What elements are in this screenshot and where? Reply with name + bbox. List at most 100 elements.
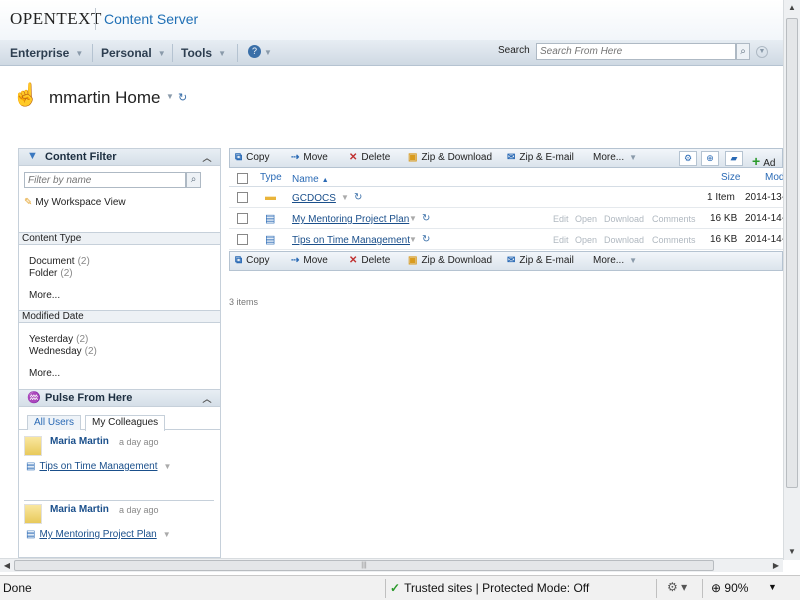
zip-download-label: Zip & Download [421,152,493,163]
scroll-thumb[interactable]: ||| [14,560,714,571]
search-icon[interactable]: ⌕ [186,172,201,188]
scroll-up-icon[interactable]: ▲ [784,0,800,16]
help-icon[interactable]: ? [248,45,261,58]
zip-download-button[interactable]: ▣ Zip & Download [408,152,492,163]
tab-all-users[interactable]: All Users [27,415,82,430]
edit-action[interactable]: Edit [553,235,569,245]
copy-button[interactable]: ⧉ Copy [235,152,270,163]
tab-my-colleagues[interactable]: My Colleagues [85,415,166,431]
zoom-level[interactable]: ⊕ 90% [711,581,748,595]
column-header-type[interactable]: Type [260,172,282,183]
refresh-icon[interactable]: ↻ [178,91,187,104]
protected-mode-icon[interactable]: ⚙ ▾ [667,580,687,594]
chevron-down-icon[interactable]: ▼ [264,48,272,57]
open-action[interactable]: Open [575,235,597,245]
facet-document[interactable]: Document (2) [29,256,90,267]
delete-button[interactable]: ✕ Delete [349,255,390,266]
facet-folder[interactable]: Folder (2) [29,268,73,279]
row-checkbox[interactable] [237,213,248,224]
column-header-modified[interactable]: Mod [765,172,784,183]
move-button[interactable]: ⇢ Move [291,152,328,163]
plus-icon: + [752,153,761,169]
pulse-user-name[interactable]: Maria Martin [50,504,109,515]
workspace-view-link[interactable]: ✎ My Workspace View [24,197,126,208]
horizontal-scrollbar[interactable]: ◀ ||| ▶ [0,558,783,572]
menu-personal[interactable]: Personal ▼ [101,46,166,60]
comments-action[interactable]: Comments [652,214,696,224]
chevron-down-icon[interactable]: ▼ [163,530,171,539]
download-action[interactable]: Download [604,235,644,245]
chevron-down-icon: ▼ [629,153,638,162]
scroll-down-icon[interactable]: ▼ [784,544,800,560]
item-name-link[interactable]: GCDOCS [292,193,336,204]
comments-action[interactable]: Comments [652,235,696,245]
pulse-document-link[interactable]: ▤ My Mentoring Project Plan ▼ [26,529,171,540]
column-header-name[interactable]: Name ▲ [292,174,329,185]
content-type-more-link[interactable]: More... [29,290,60,301]
refresh-icon[interactable]: ↻ [422,234,430,245]
search-icon[interactable]: ⌕ [736,43,750,60]
select-all-checkbox[interactable] [237,173,248,184]
chevron-down-icon[interactable]: ▼ [166,92,174,101]
refresh-icon[interactable]: ↻ [354,192,362,203]
add-document-icon[interactable]: ⊕ [701,151,719,166]
refresh-icon[interactable]: ↻ [422,213,430,224]
avatar[interactable] [24,436,42,456]
edit-action[interactable]: Edit [553,214,569,224]
facet-label: Wednesday [29,346,82,357]
add-item-button[interactable]: + Ad [752,153,775,169]
chevron-down-icon[interactable]: ▼ [341,193,349,202]
filter-by-name-input[interactable] [24,172,186,188]
column-header-size[interactable]: Size [721,172,740,183]
search-options-icon[interactable]: ▼ [756,46,768,58]
funnel-icon: ▼ [27,150,38,162]
row-checkbox[interactable] [237,192,248,203]
zip-email-button[interactable]: ✉ Zip & E-mail [507,152,574,163]
modified-date-more-link[interactable]: More... [29,368,60,379]
menu-enterprise-label: Enterprise [10,46,70,60]
facet-yesterday[interactable]: Yesterday (2) [29,334,88,345]
scroll-left-icon[interactable]: ◀ [0,559,14,573]
zip-email-button[interactable]: ✉ Zip & E-mail [507,255,574,266]
move-button[interactable]: ⇢ Move [291,255,328,266]
download-action[interactable]: Download [604,214,644,224]
menu-enterprise[interactable]: Enterprise ▼ [10,46,83,60]
zip-email-label: Zip & E-mail [519,255,574,266]
avatar[interactable] [24,504,42,524]
collapse-icon[interactable]: ︿ [200,151,214,163]
chevron-down-icon[interactable]: ▼ [768,582,777,592]
item-name-link[interactable]: Tips on Time Management [292,235,410,246]
pulse-user-name[interactable]: Maria Martin [50,436,109,447]
chevron-down-icon: ▼ [218,49,227,59]
search-input[interactable] [536,43,736,60]
item-name-link[interactable]: My Mentoring Project Plan [292,214,409,225]
vertical-scrollbar[interactable]: ▲ ▼ [783,0,800,560]
collapse-icon[interactable]: ︿ [200,392,214,404]
more-actions-button[interactable]: More... ▼ [593,152,637,163]
zip-icon: ▣ [408,152,418,163]
add-folder-icon[interactable]: ▰ [725,151,743,166]
scroll-thumb[interactable] [786,18,798,488]
product-name: Content Server [104,11,199,27]
chevron-down-icon[interactable]: ▼ [163,462,171,471]
menu-tools[interactable]: Tools ▼ [181,46,226,60]
pulse-document-link[interactable]: ▤ Tips on Time Management ▼ [26,461,171,472]
open-action[interactable]: Open [575,214,597,224]
table-row: ▤ My Mentoring Project Plan ▼ ↻ Edit Ope… [229,208,785,229]
view-toggle-icon[interactable]: ⚙ [679,151,697,166]
delete-button[interactable]: ✕ Delete [349,152,390,163]
pulse-title: Pulse From Here [45,392,133,404]
document-icon: ▤ [265,213,276,225]
chevron-down-icon[interactable]: ▼ [409,214,417,223]
security-zone[interactable]: ✓ Trusted sites | Protected Mode: Off [390,581,589,595]
copy-button[interactable]: ⧉ Copy [235,255,270,266]
scroll-right-icon[interactable]: ▶ [769,559,783,573]
zip-download-button[interactable]: ▣ Zip & Download [408,255,492,266]
status-divider [385,579,386,598]
pulse-time: a day ago [119,437,159,447]
more-actions-button[interactable]: More... ▼ [593,255,637,266]
facet-wednesday[interactable]: Wednesday (2) [29,346,97,357]
chevron-down-icon[interactable]: ▼ [409,235,417,244]
pulse-icon: ♒ [27,392,41,404]
row-checkbox[interactable] [237,234,248,245]
